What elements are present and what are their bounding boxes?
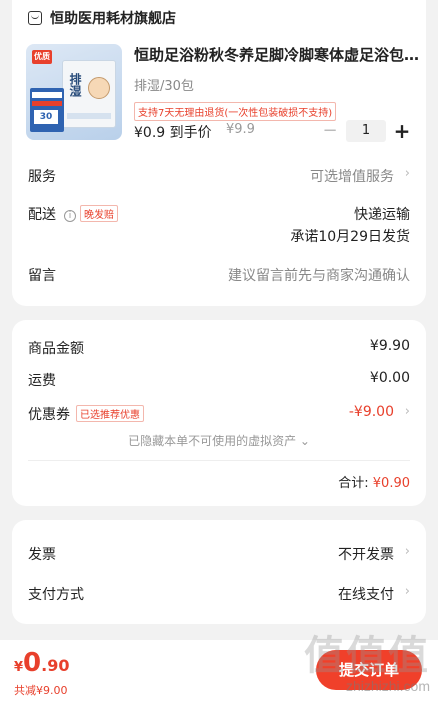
product-thumbnail[interactable]: 优质 排湿 30 <box>26 44 122 140</box>
payment-label: 支付方式 <box>28 587 84 603</box>
chevron-right-icon: › <box>404 584 410 599</box>
chevron-right-icon: › <box>404 404 410 419</box>
delivery-promise: 承诺10月29日发货 <box>290 229 410 245</box>
chevron-right-icon: › <box>404 166 410 181</box>
info-icon[interactable]: i <box>64 210 76 222</box>
payment-value[interactable]: 在线支付 <box>338 584 394 604</box>
thumb-box: 30 <box>30 88 64 132</box>
original-price: ¥9.9 <box>226 122 255 137</box>
message-label: 留言 <box>28 268 56 284</box>
product-item[interactable]: 优质 排湿 30 恒助足浴粉秋冬养足脚冷脚寒体虚足浴包… 排湿/30包 支持7天… <box>26 44 419 142</box>
coupon-value[interactable]: -¥9.00 <box>349 404 394 420</box>
shipping-label: 运费 <box>28 373 56 389</box>
coupon-tag: 已选推荐优惠 <box>76 405 144 422</box>
invoice-label: 发票 <box>28 547 56 563</box>
increase-quantity-button[interactable]: + <box>392 121 412 141</box>
goods-amount-label: 商品金额 <box>28 341 84 357</box>
hidden-assets-toggle[interactable]: 已隐藏本单不可使用的虚拟资产 ⌄ <box>12 432 426 449</box>
total-label: 合计: <box>338 476 369 491</box>
shipping-value: ¥0.00 <box>369 370 410 386</box>
amount-card: 商品金额 ¥9.90 运费 ¥0.00 优惠券 已选推荐优惠 -¥9.00 › 已… <box>12 320 426 506</box>
product-spec[interactable]: 排湿/30包 <box>134 75 412 94</box>
store-header[interactable]: 恒助医用耗材旗舰店 <box>28 8 176 28</box>
delivery-method: 快递运输 <box>354 207 410 223</box>
order-item-card: 恒助医用耗材旗舰店 优质 排湿 30 恒助足浴粉秋冬养足脚冷脚寒体虚足浴包… 排… <box>12 0 426 306</box>
message-input[interactable]: 建议留言前先与商家沟通确认 <box>228 265 410 285</box>
product-title[interactable]: 恒助足浴粉秋冬养足脚冷脚寒体虚足浴包… <box>134 44 424 65</box>
invoice-value[interactable]: 不开发票 <box>338 544 394 564</box>
total-value: ¥0.90 <box>372 476 410 491</box>
total-saved: 共减¥9.00 <box>14 684 68 697</box>
subtotal: 合计: ¥0.90 <box>338 472 410 491</box>
goods-amount-value: ¥9.90 <box>369 338 410 354</box>
delivery-label: 配送 <box>28 207 56 223</box>
pay-amount: ¥0.90 <box>14 648 70 678</box>
quantity-input[interactable]: 1 <box>346 120 386 142</box>
invoice-payment-card: 发票 不开发票 › 支付方式 在线支付 › <box>12 520 426 624</box>
thumb-badge: 优质 <box>32 50 52 64</box>
thumb-face-icon <box>88 77 110 99</box>
decrease-quantity-button[interactable]: − <box>320 121 340 141</box>
store-icon <box>28 11 42 25</box>
late-compensation-tag: 晚发赔 <box>80 205 118 222</box>
submit-order-button[interactable]: 提交订单 <box>316 650 422 690</box>
store-name[interactable]: 恒助医用耗材旗舰店 <box>50 8 176 28</box>
service-value[interactable]: 可选增值服务 <box>310 166 394 186</box>
return-policy-tag: 支持7天无理由退货(一次性包装破损不支持) <box>134 102 337 121</box>
thumb-package: 排湿 <box>62 60 116 128</box>
divider <box>28 460 410 461</box>
coupon-label: 优惠券 <box>28 407 70 423</box>
product-price: ¥0.9 到手价 <box>134 125 212 141</box>
checkout-bar: ¥0.90 共减¥9.00 提交订单 值值值 zhizhizhi.com <box>0 634 438 702</box>
chevron-right-icon: › <box>404 544 410 559</box>
service-label: 服务 <box>28 169 56 185</box>
quantity-stepper: − 1 + <box>320 120 412 142</box>
